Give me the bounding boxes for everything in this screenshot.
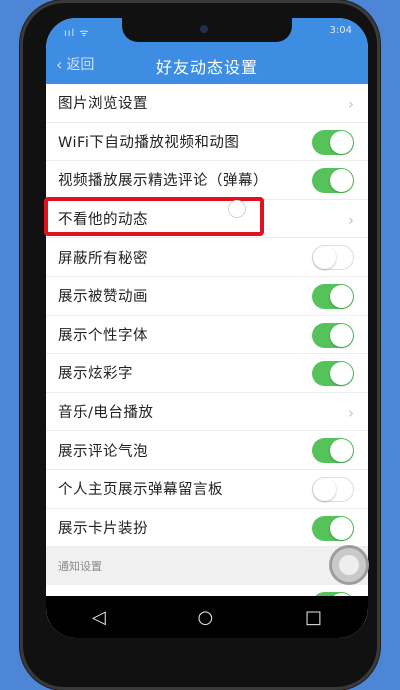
settings-row[interactable]: 展示炫彩字	[46, 354, 368, 393]
settings-row[interactable]: 个人主页展示弹幕留言板	[46, 469, 368, 509]
toggle-switch[interactable]	[312, 438, 354, 464]
toggle-switch[interactable]	[312, 129, 354, 155]
assistive-touch-button[interactable]	[332, 548, 366, 582]
settings-row[interactable]: 展示评论气泡	[46, 431, 368, 470]
settings-row[interactable]: 屏蔽所有秘密	[46, 238, 368, 277]
toggle-knob	[330, 323, 353, 347]
settings-row-label: 视频播放展示精选评论（弹幕）	[58, 173, 268, 190]
toggle-knob	[330, 439, 353, 463]
section-header-notifications: 通知设置	[46, 547, 368, 586]
status-time: 3:04	[329, 25, 352, 36]
toggle-switch[interactable]	[312, 322, 354, 348]
phone-frame: ııl ᯤ 3:04 ‹ 返回 好友动态设置 图片浏览设置 › WiFi下自动播放视…	[20, 0, 380, 690]
toggle-knob	[330, 169, 353, 193]
settings-row-label: 展示卡片装扮	[58, 520, 148, 537]
settings-row[interactable]: 音乐/电台播放 ›	[46, 392, 368, 432]
toggle-knob	[330, 516, 353, 540]
recents-square-icon[interactable]: □	[305, 607, 322, 628]
signal-icon: ııl ᯤ	[64, 28, 90, 39]
toggle-switch[interactable]	[312, 245, 354, 271]
settings-row[interactable]: WiFi下自动播放视频和动图	[46, 122, 368, 162]
toggle-knob	[330, 284, 353, 308]
toggle-switch[interactable]	[312, 515, 354, 541]
page-title: 好友动态设置	[155, 58, 258, 77]
settings-row-label: 展示炫彩字	[58, 366, 133, 383]
toggle-switch[interactable]	[312, 168, 354, 194]
phone-screen: ııl ᯤ 3:04 ‹ 返回 好友动态设置 图片浏览设置 › WiFi下自动播放视…	[46, 18, 368, 638]
settings-row-label: 音乐/电台播放	[58, 405, 154, 422]
notch	[122, 18, 292, 42]
toggle-knob	[330, 362, 353, 386]
settings-row-label: 个人主页展示弹幕留言板	[58, 482, 223, 499]
back-triangle-icon[interactable]: ◁	[92, 607, 106, 628]
section-header-label: 通知设置	[58, 560, 102, 574]
settings-row-label: WiFi下自动播放视频和动图	[58, 134, 240, 151]
settings-row-label: 展示评论气泡	[58, 443, 148, 460]
toggle-switch[interactable]	[312, 476, 354, 502]
home-circle-icon[interactable]: ○	[198, 607, 214, 628]
settings-row[interactable]: 视频播放展示精选评论（弹幕）	[46, 161, 368, 200]
chevron-right-icon: ›	[348, 95, 354, 113]
chevron-right-icon: ›	[348, 403, 354, 422]
toggle-switch[interactable]	[312, 361, 354, 387]
settings-row-label: 图片浏览设置	[58, 96, 148, 113]
assistive-touch-inner	[339, 555, 359, 575]
settings-row-label: 展示个性字体	[58, 327, 148, 344]
tap-indicator-icon	[228, 200, 246, 218]
settings-row[interactable]: 展示个性字体	[46, 315, 368, 355]
toggle-switch[interactable]	[312, 283, 354, 309]
camera-icon	[200, 25, 208, 33]
settings-row-label: 展示被赞动画	[58, 289, 148, 306]
settings-row-label: 屏蔽所有秘密	[58, 250, 148, 267]
settings-list: 图片浏览设置 › WiFi下自动播放视频和动图 视频播放展示精选评论（弹幕） 不看他的动…	[46, 84, 368, 624]
settings-row[interactable]: 图片浏览设置 ›	[46, 84, 368, 123]
chevron-right-icon: ›	[348, 210, 354, 229]
settings-row[interactable]: 展示被赞动画	[46, 276, 368, 316]
navigation-bar: ‹ 返回 好友动态设置	[46, 44, 368, 84]
toggle-knob	[313, 477, 336, 501]
system-nav-bar: ◁ ○ □	[46, 596, 368, 638]
settings-row[interactable]: 展示卡片装扮	[46, 508, 368, 548]
toggle-knob	[313, 246, 336, 270]
toggle-knob	[330, 130, 353, 154]
